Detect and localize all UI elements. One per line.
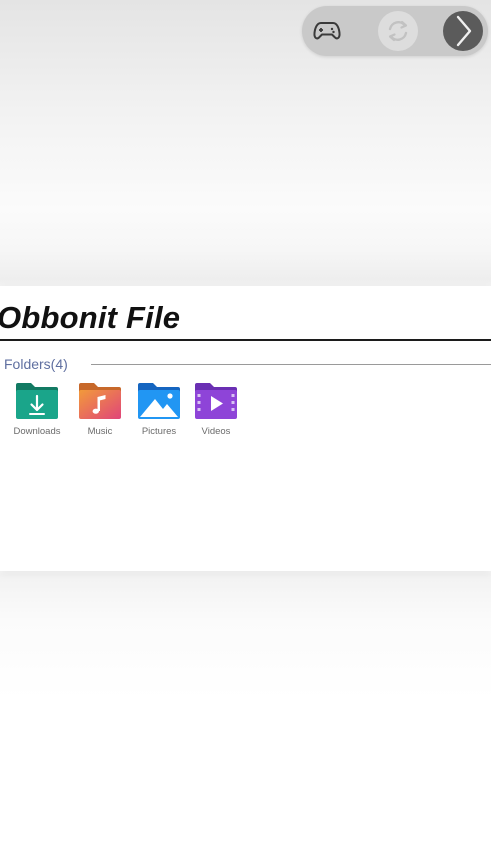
folders-section-label: Folders(4)	[4, 356, 68, 372]
folder-label: Videos	[201, 426, 231, 437]
folder-label: Pictures	[141, 426, 177, 437]
music-folder-icon	[79, 383, 121, 419]
folder-label: Downloads	[13, 426, 61, 437]
folder-music[interactable]: Music	[71, 382, 129, 437]
next-button[interactable]	[443, 11, 483, 51]
chevron-right-icon	[456, 15, 472, 47]
folder-videos[interactable]: Videos	[187, 382, 245, 437]
gamepad-icon	[313, 22, 341, 40]
pictures-folder-icon	[138, 383, 180, 419]
gamepad-button[interactable]	[307, 11, 347, 51]
file-manager-card: Obbonit File Folders(4) Downloads Music …	[0, 286, 491, 571]
folder-pictures[interactable]: Pictures	[130, 382, 188, 437]
section-divider	[91, 364, 491, 365]
download-folder-icon	[16, 383, 58, 419]
floating-toolbar	[302, 6, 488, 56]
sync-icon	[388, 20, 408, 42]
folder-list: Downloads Music Pictures Videos	[0, 382, 491, 452]
folder-downloads[interactable]: Downloads	[8, 382, 66, 437]
videos-folder-icon	[195, 383, 237, 419]
title-divider	[0, 339, 491, 341]
folder-label: Music	[87, 426, 113, 437]
sync-button[interactable]	[378, 11, 418, 51]
app-title: Obbonit File	[0, 300, 181, 335]
